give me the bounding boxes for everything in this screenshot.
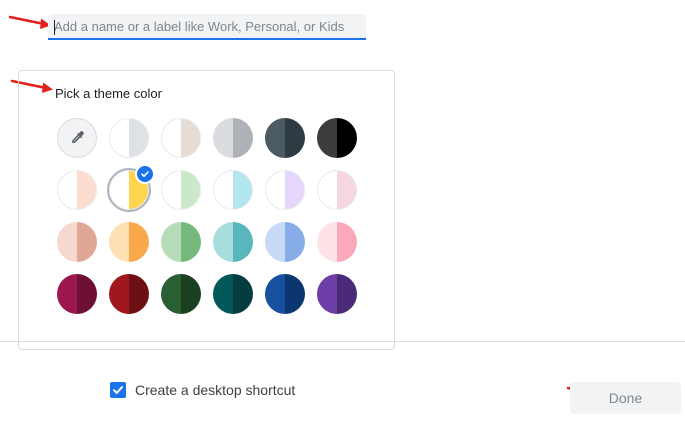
theme-swatch-orange[interactable] <box>109 222 149 262</box>
theme-swatch-grey[interactable] <box>213 118 253 158</box>
theme-swatch-magenta-dark[interactable] <box>57 274 97 314</box>
selected-check-icon <box>135 164 155 184</box>
theme-swatch-green-dark[interactable] <box>161 274 201 314</box>
theme-swatch-red-dark[interactable] <box>109 274 149 314</box>
done-button[interactable]: Done <box>570 382 681 414</box>
theme-swatch-beige[interactable] <box>161 118 201 158</box>
theme-color-grid <box>57 118 357 314</box>
theme-swatch-green-light[interactable] <box>161 170 201 210</box>
custom-color-picker-button[interactable] <box>57 118 97 158</box>
desktop-shortcut-checkbox[interactable] <box>110 382 126 398</box>
theme-swatch-grey-light[interactable] <box>109 118 149 158</box>
theme-swatch-purple-dark[interactable] <box>317 274 357 314</box>
theme-swatch-blue[interactable] <box>265 222 305 262</box>
theme-swatch-teal[interactable] <box>213 222 253 262</box>
profile-name-input[interactable] <box>48 14 366 40</box>
theme-swatch-green[interactable] <box>161 222 201 262</box>
checkmark-icon <box>113 386 123 394</box>
theme-swatch-black[interactable] <box>317 118 357 158</box>
theme-swatch-slate[interactable] <box>265 118 305 158</box>
theme-swatch-teal-dark[interactable] <box>213 274 253 314</box>
desktop-shortcut-option[interactable]: Create a desktop shortcut <box>110 382 295 398</box>
theme-swatch-peach-light[interactable] <box>57 170 97 210</box>
theme-swatch-rose[interactable] <box>57 222 97 262</box>
theme-swatch-lavender-light[interactable] <box>265 170 305 210</box>
theme-swatch-pink-light[interactable] <box>317 170 357 210</box>
eyedropper-icon <box>72 131 84 143</box>
theme-color-title: Pick a theme color <box>55 86 162 101</box>
theme-swatch-cyan-light[interactable] <box>213 170 253 210</box>
desktop-shortcut-label: Create a desktop shortcut <box>135 382 296 398</box>
footer-divider <box>0 341 685 342</box>
theme-swatch-pink[interactable] <box>317 222 357 262</box>
theme-swatch-blue-dark[interactable] <box>265 274 305 314</box>
text-caret <box>54 20 55 35</box>
theme-swatch-yellow[interactable] <box>107 164 155 212</box>
annotation-arrow-name <box>8 15 51 29</box>
